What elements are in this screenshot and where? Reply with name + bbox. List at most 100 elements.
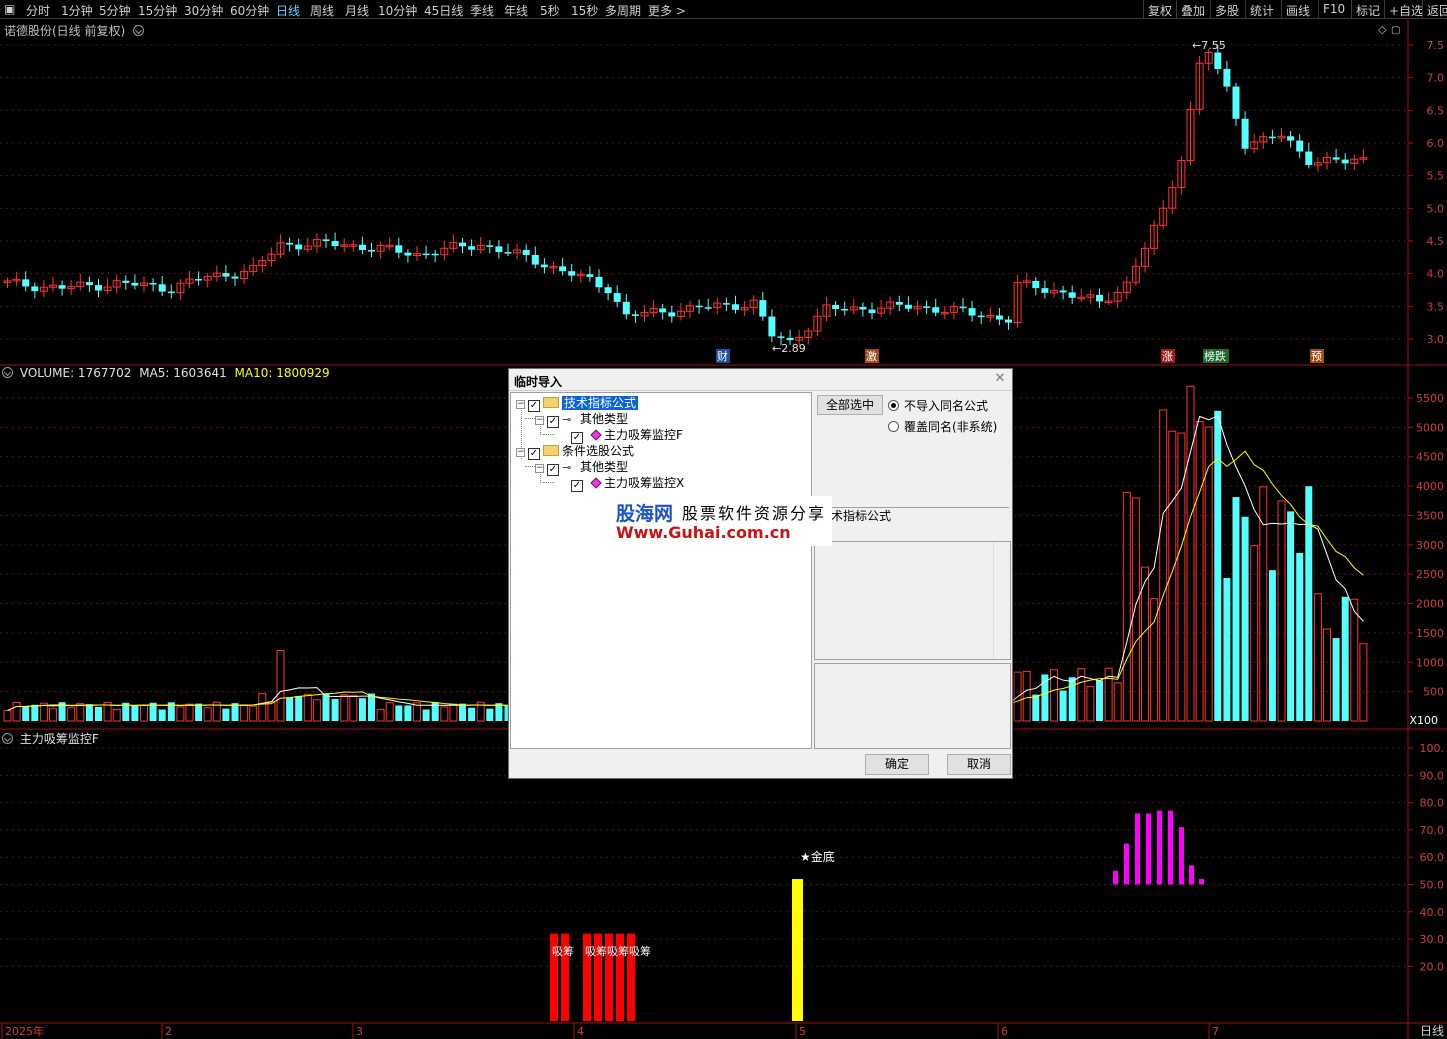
radio-overwrite[interactable]: 覆盖同名(非系统): [888, 418, 997, 435]
tree-node-formula-f[interactable]: ✓ 主力吸筹监控F: [571, 426, 683, 444]
tree-node-formula-x[interactable]: ✓ 主力吸筹监控X: [571, 474, 684, 492]
radio-selected-icon: [888, 400, 899, 411]
ok-button[interactable]: 确定: [865, 754, 929, 775]
radio-no-import[interactable]: 不导入同名公式: [888, 397, 988, 414]
candle-down: [1096, 294, 1103, 302]
candle-down: [777, 336, 785, 338]
volume-bar-down: [1287, 511, 1295, 721]
volume-axis-label: 1500: [1416, 627, 1444, 640]
import-dialog: 临时导入 ✕ − ✓ 技术指标公式 − ✓ ⊸ 其他类型 ✓ 主力吸筹监控F − ✓ 条件选股公…: [508, 368, 1013, 779]
candle-down: [395, 245, 403, 253]
price-axis-label: 3.5: [1427, 300, 1445, 313]
volume-bar-up: [176, 706, 185, 722]
volume-bar-up: [3, 709, 12, 722]
formula-diamond-icon: [590, 429, 602, 441]
candle-down: [1059, 290, 1067, 293]
candle-down: [1232, 86, 1240, 119]
volume-axis-label: 5000: [1416, 421, 1444, 434]
checkbox-checked-icon[interactable]: ✓: [571, 480, 583, 492]
select-all-button[interactable]: 全部选中: [817, 395, 883, 415]
candle-down: [295, 244, 303, 250]
checkbox-checked-icon[interactable]: ✓: [547, 464, 559, 476]
date-axis-label: 7: [1212, 1025, 1219, 1038]
tree-node-other-types[interactable]: − ✓ ⊸ 其他类型: [535, 410, 628, 428]
dialog-titlebar: 临时导入 ✕: [509, 369, 1012, 391]
price-axis-label: 7.5: [1427, 39, 1445, 52]
price-axis-label: 3.0: [1427, 333, 1445, 346]
candle-down: [122, 280, 130, 283]
tree-node-other-types[interactable]: − ✓ ⊸ 其他类型: [535, 458, 628, 476]
volume-bar-up: [1277, 500, 1286, 722]
magenta-signal-bar: [1179, 827, 1184, 885]
candle-down: [859, 306, 867, 310]
event-badge-label: 财: [717, 349, 728, 363]
candle-down: [759, 300, 767, 317]
volume-bar-up: [1350, 598, 1359, 722]
tree-node-indicator-formulas[interactable]: − ✓ 技术指标公式: [516, 394, 639, 412]
volume-axis-label: 5500: [1416, 392, 1444, 405]
volume-bar-up: [1186, 385, 1195, 722]
event-badge-label: 涨: [1162, 350, 1173, 363]
candle-down: [422, 253, 430, 256]
volume-bar-up: [185, 703, 194, 722]
collapse-icon[interactable]: −: [535, 464, 544, 473]
candle-down: [1068, 292, 1076, 298]
volume-bar-down: [468, 707, 476, 721]
period-label: 日线: [1420, 1024, 1444, 1038]
candle-down: [732, 304, 739, 310]
volume-axis-label: 1000: [1416, 656, 1444, 669]
price-axis-label: 7.0: [1427, 72, 1445, 85]
volume-bar-down: [31, 704, 39, 721]
cancel-button[interactable]: 取消: [947, 754, 1011, 775]
indicator-axis-label: 20.0: [1420, 960, 1445, 973]
date-axis-label: 6: [1001, 1025, 1008, 1038]
close-icon[interactable]: ✕: [992, 371, 1008, 387]
volume-bar-up: [112, 709, 121, 722]
volume-bar-up: [449, 703, 458, 722]
collapse-icon[interactable]: −: [516, 448, 525, 457]
candle-down: [167, 291, 175, 294]
volume-bar-up: [1359, 643, 1368, 722]
candle-down: [977, 315, 985, 318]
magenta-signal-bar: [1124, 843, 1129, 885]
formula-description-box: [814, 541, 1011, 660]
volume-axis-label: 3000: [1416, 539, 1444, 552]
candle-down: [1241, 118, 1249, 149]
folder-icon: [543, 397, 559, 408]
candle-down: [1341, 159, 1349, 164]
formula-tree[interactable]: − ✓ 技术指标公式 − ✓ ⊸ 其他类型 ✓ 主力吸筹监控F − ✓ 条件选股公式 − ✓ ⊸ 其他…: [510, 392, 812, 749]
checkbox-checked-icon[interactable]: ✓: [547, 416, 559, 428]
candle-down: [95, 285, 102, 291]
event-badge-label: 激: [866, 349, 877, 363]
volume-bar-down: [85, 704, 93, 721]
volume-bar-down: [395, 705, 403, 721]
volume-bar-up: [12, 702, 21, 722]
volume-axis-label: 2500: [1416, 568, 1444, 581]
candle-down: [504, 252, 512, 254]
collapse-icon[interactable]: −: [535, 416, 544, 425]
candle-down: [695, 305, 703, 308]
scrollbar[interactable]: [993, 542, 1010, 659]
volume-bar-up: [312, 699, 321, 722]
volume-bar-down: [368, 693, 375, 721]
candle-down: [195, 279, 203, 281]
signal-label: 吸筹: [629, 944, 651, 958]
volume-bar-down: [286, 697, 294, 721]
formula-type-label: 术指标公式: [831, 509, 892, 523]
volume-bar-down: [158, 709, 166, 721]
volume-bar-up: [1195, 420, 1204, 722]
volume-bar-down: [1096, 680, 1103, 721]
collapse-icon[interactable]: −: [516, 400, 525, 409]
candle-down: [1041, 288, 1049, 293]
event-badge-label: 榜跌: [1204, 349, 1226, 363]
indicator-axis-label: 40.0: [1420, 906, 1445, 919]
radio-unselected-icon: [888, 421, 899, 432]
diamond-icon: ◇: [1378, 23, 1387, 36]
volume-bar-up: [49, 708, 57, 722]
tree-node-screening-formulas[interactable]: − ✓ 条件选股公式: [516, 442, 634, 460]
candle-down: [331, 241, 339, 247]
candle-down: [404, 252, 412, 256]
volume-bar-up: [1022, 670, 1031, 722]
candle-down: [231, 276, 239, 279]
indicator-axis-label: 90.0: [1420, 769, 1445, 782]
